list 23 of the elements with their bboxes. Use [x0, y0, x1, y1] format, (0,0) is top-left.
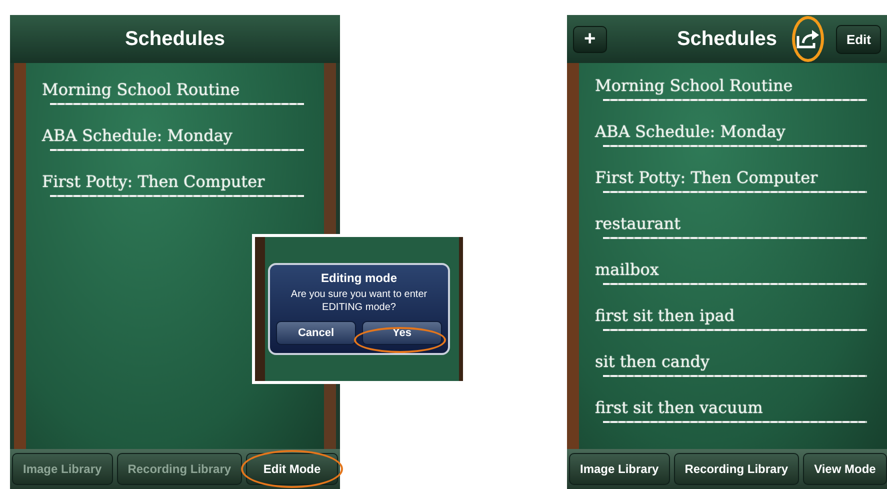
schedule-item[interactable]: first sit then vacuum: [595, 398, 867, 416]
schedule-item[interactable]: mailbox: [595, 260, 867, 278]
toolbar-button[interactable]: Image Library: [569, 453, 670, 485]
schedule-item[interactable]: ABA Schedule: Monday: [595, 122, 867, 140]
schedule-item[interactable]: ABA Schedule: Monday: [42, 126, 304, 144]
schedule-item[interactable]: First Potty: Then Computer: [595, 168, 867, 186]
dialog-button[interactable]: Yes: [362, 321, 442, 345]
dialog-message: Are you sure you want to enter EDITING mode?: [290, 288, 428, 314]
add-button[interactable]: +: [573, 26, 607, 52]
schedule-item[interactable]: first sit then ipad: [595, 306, 867, 324]
toolbar-button[interactable]: Recording Library: [674, 453, 800, 485]
share-icon[interactable]: [796, 29, 820, 49]
schedule-item[interactable]: Morning School Routine: [595, 76, 867, 94]
dialog-button[interactable]: Cancel: [276, 321, 356, 345]
dialog-title: Editing mode: [321, 271, 397, 285]
screen-title: Schedules: [676, 28, 778, 50]
edit-button[interactable]: Edit: [836, 24, 881, 54]
schedule-item[interactable]: sit then candy: [595, 352, 867, 370]
screen-title: Schedules: [124, 28, 226, 50]
toolbar-button[interactable]: View Mode: [803, 453, 887, 485]
schedule-item[interactable]: Morning School Routine: [42, 80, 304, 98]
schedule-item[interactable]: First Potty: Then Computer: [42, 172, 304, 190]
schedule-item[interactable]: restaurant: [595, 214, 867, 232]
